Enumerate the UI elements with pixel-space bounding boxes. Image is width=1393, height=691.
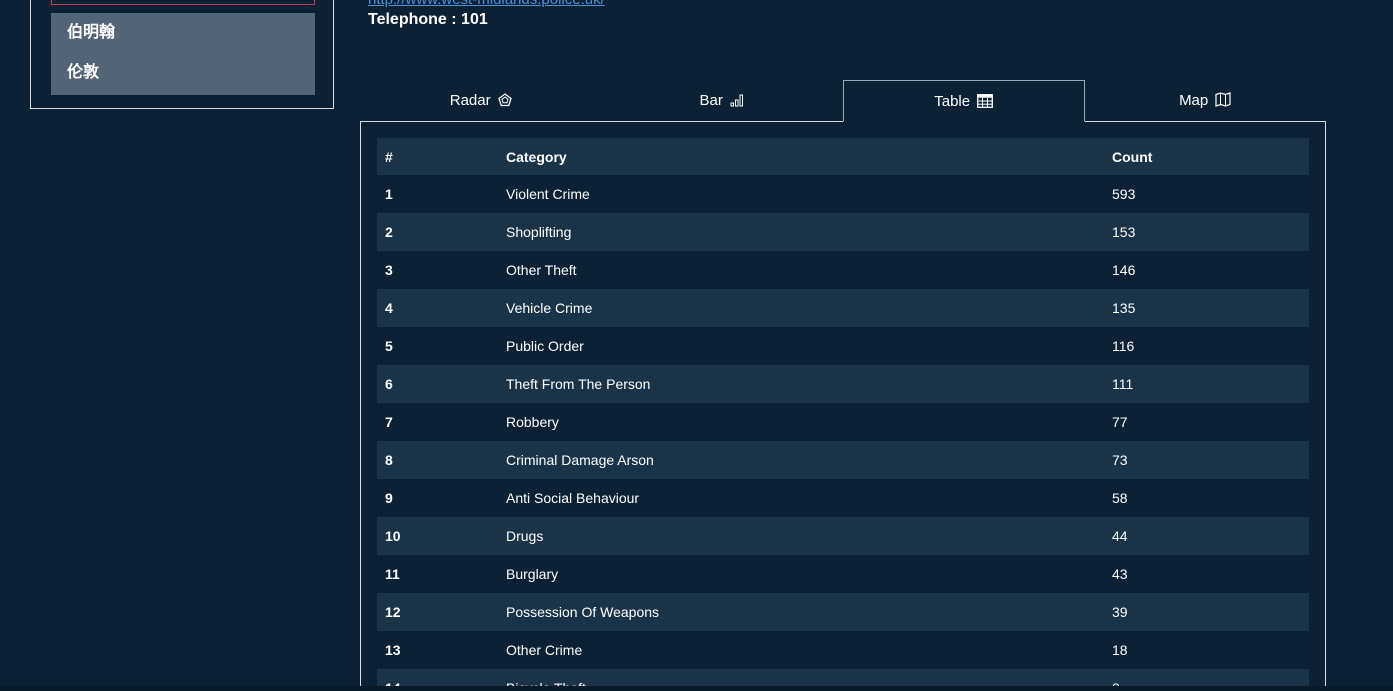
row-count: 153 [1112,224,1136,240]
tab-radar[interactable]: Radar [360,80,602,122]
table-row: 11 Burglary 43 [377,555,1309,593]
suggestion-list: 伯明翰 伦敦 [51,13,315,95]
row-count: 58 [1112,490,1128,506]
table-row: 4 Vehicle Crime 135 [377,289,1309,327]
table-row: 8 Criminal Damage Arson 73 [377,441,1309,479]
tab-label: Radar [449,92,491,109]
bar-chart-icon [730,82,745,124]
row-count: 77 [1112,414,1128,430]
row-category: Other Theft [506,262,577,278]
row-count: 593 [1112,186,1136,202]
table-row: 7 Robbery 77 [377,403,1309,441]
table-row: 9 Anti Social Behaviour 58 [377,479,1309,517]
row-category: Anti Social Behaviour [506,490,640,506]
row-count: 18 [1112,642,1128,658]
row-number: 12 [385,604,401,620]
tab-table[interactable]: Table [843,80,1085,122]
row-count: 73 [1112,452,1128,468]
row-number: 7 [385,414,393,430]
row-number: 6 [385,376,393,392]
search-input[interactable] [51,0,315,5]
row-count: 116 [1112,338,1135,354]
table-panel: # Category Count 1 Violent Crime 593 2 Shopl… [360,121,1326,691]
crime-table: # Category Count 1 Violent Crime 593 2 Shopl… [377,138,1309,691]
row-count: 43 [1112,566,1128,582]
row-number: 8 [385,452,393,468]
tab-label: Bar [699,92,723,109]
tab-map[interactable]: Map [1085,80,1327,122]
row-number: 11 [385,566,400,582]
suggestion-item[interactable]: 伯明翰 [51,13,315,53]
row-category: Criminal Damage Arson [506,452,654,468]
row-category: Burglary [506,566,559,582]
tab-bar[interactable]: Bar [602,80,844,122]
row-count: 146 [1112,262,1136,278]
suggestion-item[interactable]: 伦敦 [51,53,315,93]
row-count: 135 [1112,300,1136,316]
police-website-link[interactable]: http://www.west-midlands.police.uk/ [368,0,605,8]
header-num[interactable]: # [377,138,506,175]
tab-label: Table [934,93,971,110]
row-number: 5 [385,338,393,354]
row-number: 10 [385,528,401,544]
table-row: 13 Other Crime 18 [377,631,1309,669]
row-category: Vehicle Crime [506,300,593,316]
table-row: 3 Other Theft 146 [377,251,1309,289]
table-row: 10 Drugs 44 [377,517,1309,555]
header-category[interactable]: Category [506,138,1112,175]
table-row: 2 Shoplifting 153 [377,213,1309,251]
telephone-text: Telephone : 101 [368,11,488,28]
row-category: Theft From The Person [506,376,651,392]
row-count: 111 [1112,376,1134,392]
table-header-row: # Category Count [377,138,1309,175]
table-row: 1 Violent Crime 593 [377,175,1309,213]
table-icon [977,83,994,125]
map-icon [1215,82,1232,124]
row-category: Robbery [506,414,559,430]
table-row: 12 Possession Of Weapons 39 [377,593,1309,631]
row-number: 3 [385,262,393,278]
row-number: 4 [385,300,393,316]
table-body: 1 Violent Crime 593 2 Shoplifting 153 3 Other T… [377,175,1309,691]
page: 伯明翰 伦敦 http://www.west-midlands.police.u… [0,0,1393,691]
window-bottom-edge [0,686,1393,691]
search-panel: 伯明翰 伦敦 [30,0,334,109]
table-row: 5 Public Order 116 [377,327,1309,365]
row-category: Other Crime [506,642,583,658]
row-category: Drugs [506,528,544,544]
table-row: 6 Theft From The Person 111 [377,365,1309,403]
row-number: 13 [385,642,401,658]
tab-label: Map [1179,92,1209,109]
row-category: Possession Of Weapons [506,604,660,620]
row-number: 1 [385,186,393,202]
row-category: Shoplifting [506,224,572,240]
row-category: Public Order [506,338,584,354]
radar-icon [498,82,512,124]
row-number: 2 [385,224,393,240]
view-tabs: Radar Bar Table Map [360,80,1326,122]
row-category: Violent Crime [506,186,590,202]
header-count[interactable]: Count [1112,138,1309,175]
row-number: 9 [385,490,393,506]
row-count: 44 [1112,528,1128,544]
row-count: 39 [1112,604,1128,620]
